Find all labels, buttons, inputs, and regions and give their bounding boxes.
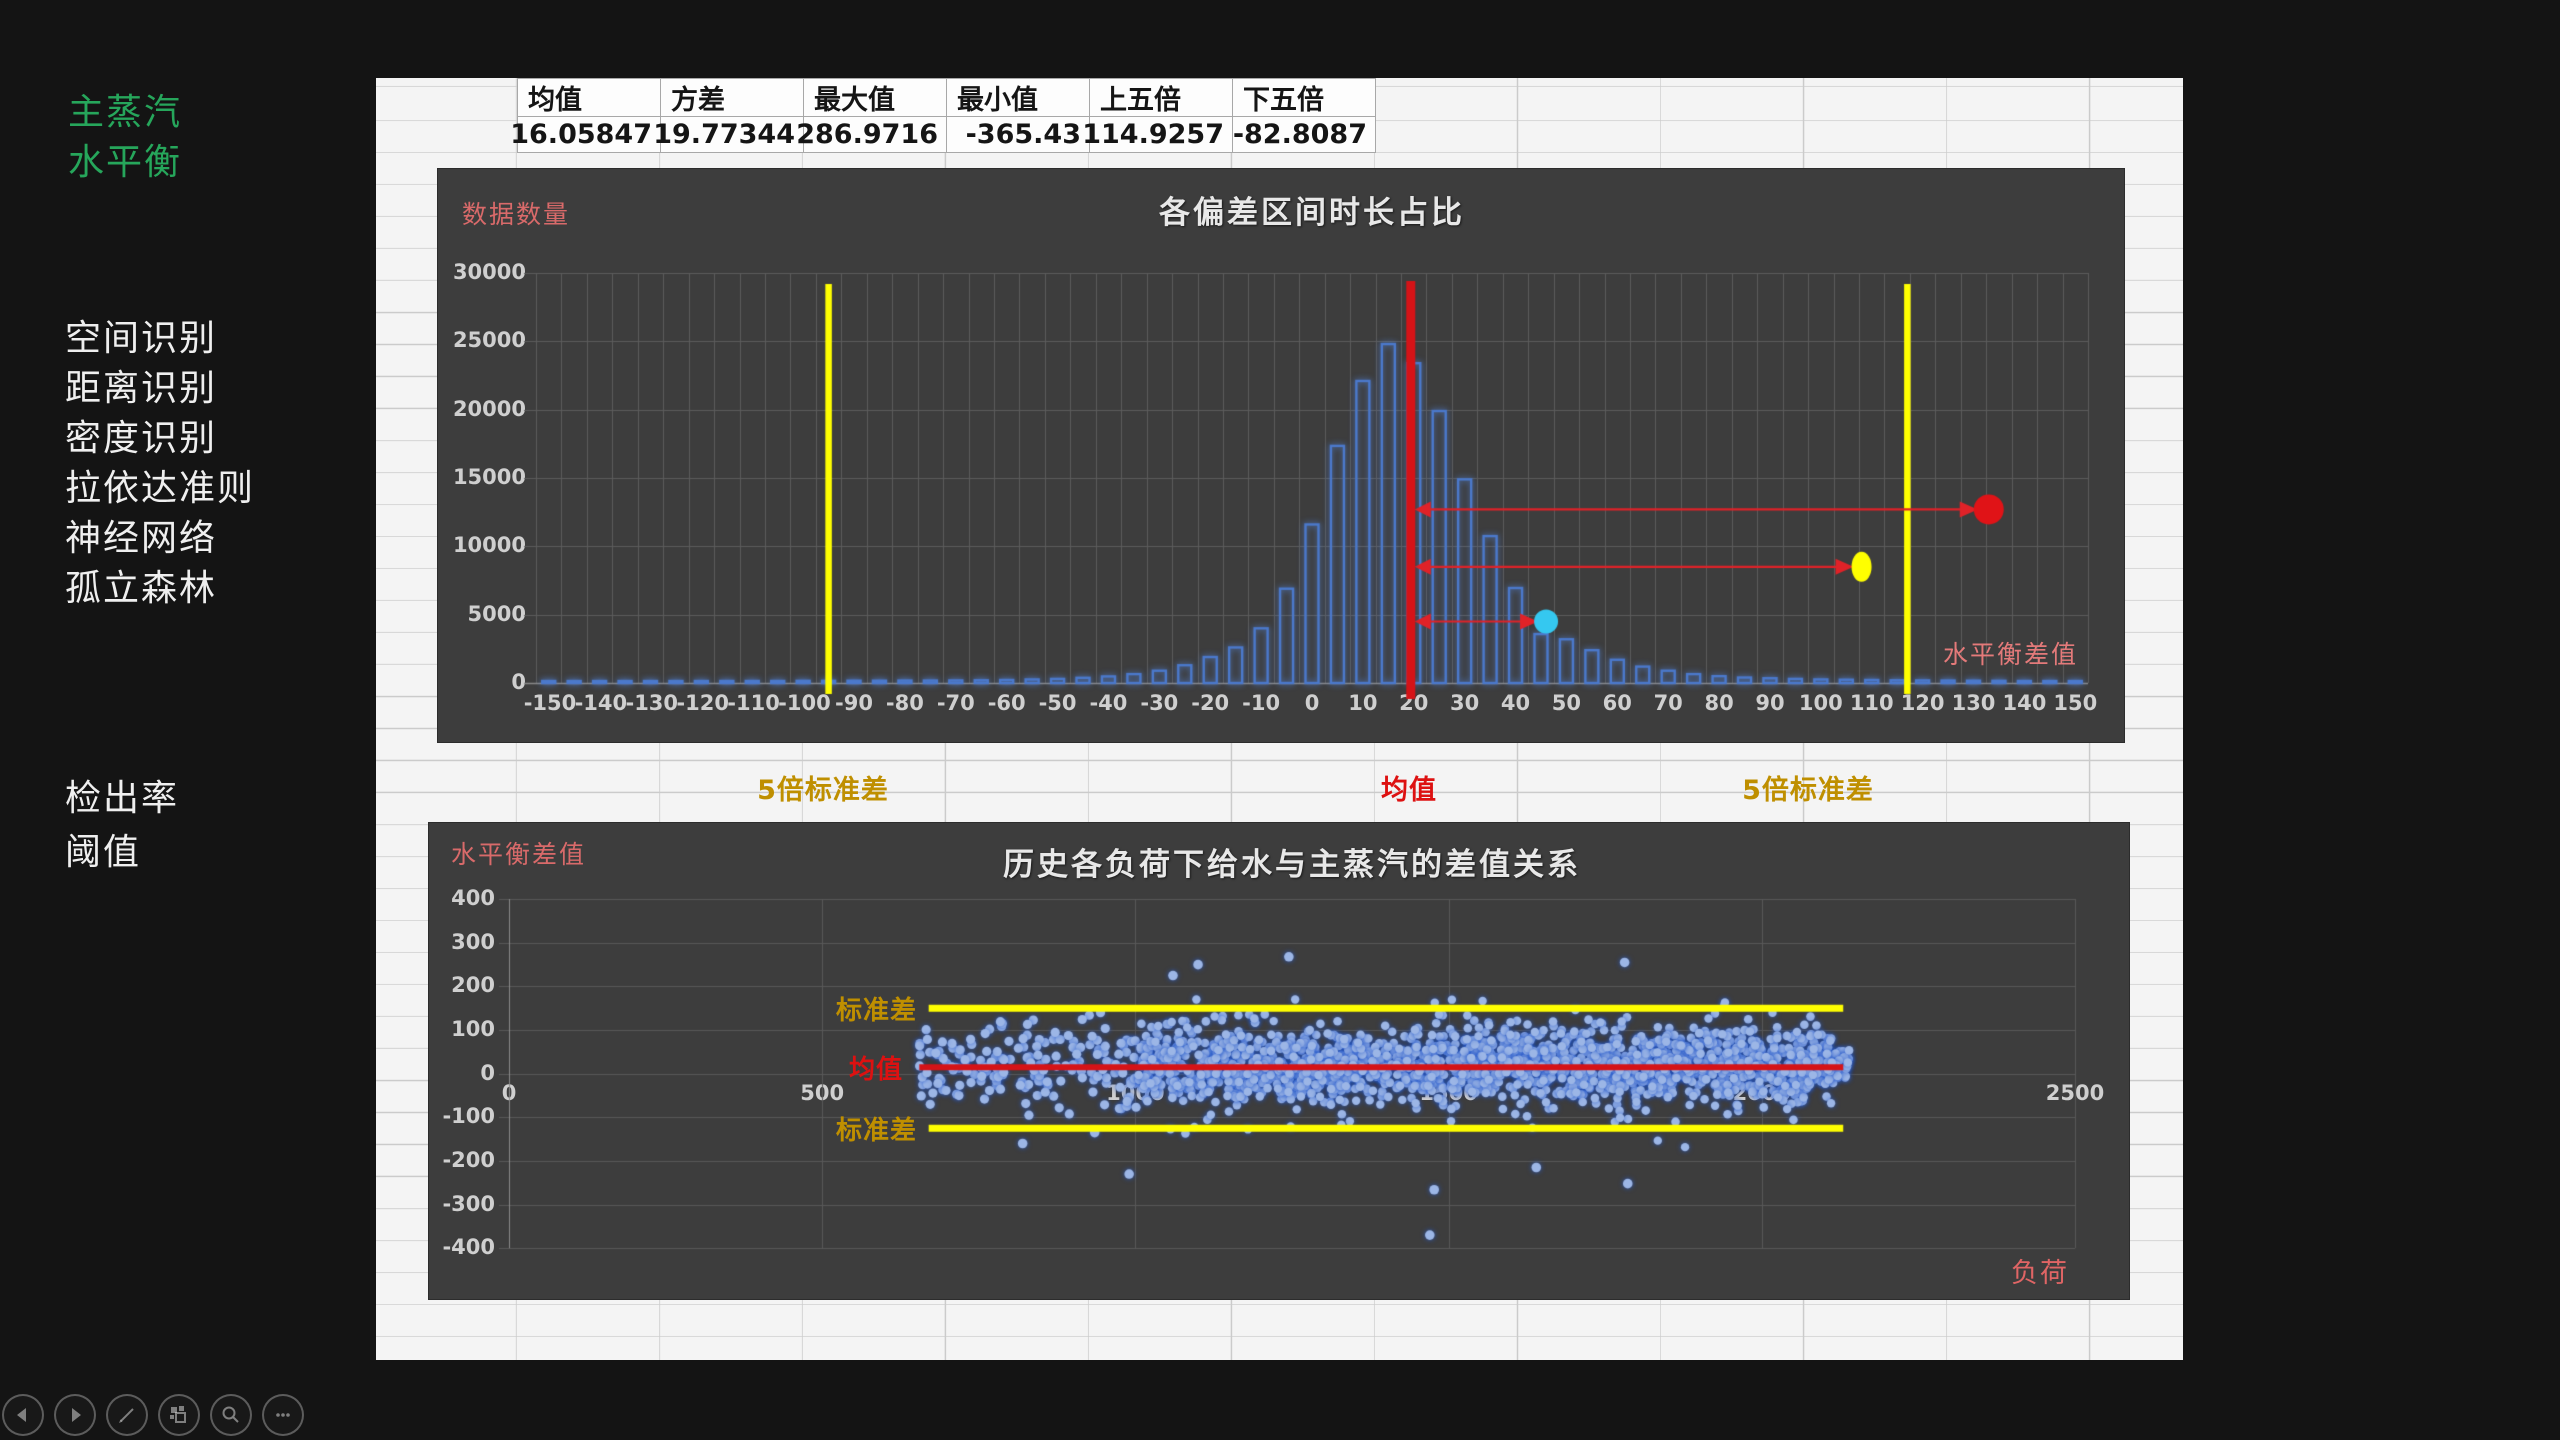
stats-header-cell: 均值 (518, 78, 661, 117)
see-all-slides-button[interactable] (158, 1394, 200, 1436)
method-item: 密度识别 (65, 414, 255, 464)
histogram-canvas (438, 169, 2126, 744)
zoom-button[interactable] (210, 1394, 252, 1436)
metric-item: 阈值 (65, 826, 179, 880)
more-options-button[interactable] (262, 1394, 304, 1436)
presenter-toolbar (2, 1394, 304, 1436)
stats-value-cell: -82.8087 (1233, 117, 1376, 153)
label-5sigma-left: 5倍标准差 (757, 768, 889, 807)
metric-item: 检出率 (65, 772, 179, 826)
slide-project-title: 主蒸汽 水平衡 (68, 88, 182, 188)
stats-value-cell: 19.77344 (661, 117, 804, 153)
stats-header-cell: 最小值 (947, 78, 1090, 117)
methods-list: 空间识别 距离识别 密度识别 拉依达准则 神经网络 孤立森林 (65, 314, 255, 614)
stats-value-cell: -365.43 (947, 117, 1090, 153)
stats-header-cell: 最大值 (804, 78, 947, 117)
arrow-left-icon (10, 1402, 36, 1428)
scatter-chart[interactable]: 05001000150020002500 水平衡差值 历史各负荷下给水与主蒸汽的… (428, 822, 2130, 1300)
stats-value-cell: 16.05847 (518, 117, 661, 153)
stats-value-cell: 286.9716 (804, 117, 947, 153)
stats-header-cell: 方差 (661, 78, 804, 117)
stats-header-cell: 下五倍 (1233, 78, 1376, 117)
stats-header-cell: 上五倍 (1090, 78, 1233, 117)
method-item: 神经网络 (65, 514, 255, 564)
label-mean-line: 均值 (821, 1049, 903, 1086)
previous-slide-button[interactable] (2, 1394, 44, 1436)
label-5sigma-right: 5倍标准差 (1742, 768, 1874, 807)
arrow-right-icon (62, 1402, 88, 1428)
metrics-list: 检出率 阈值 (65, 772, 179, 880)
scatter-title: 历史各负荷下给水与主蒸汽的差值关系 (509, 839, 2075, 884)
label-std-upper: 标准差 (809, 990, 917, 1027)
method-item: 距离识别 (65, 364, 255, 414)
method-item: 孤立森林 (65, 564, 255, 614)
histogram-title: 各偏差区间时长占比 (536, 187, 2088, 232)
histogram-chart[interactable]: 数据数量 各偏差区间时长占比 水平衡差值 0500010000150002000… (437, 168, 2125, 743)
project-title-line: 主蒸汽 (68, 88, 182, 138)
stats-value-cell: 114.9257 (1090, 117, 1233, 153)
method-item: 拉依达准则 (65, 464, 255, 514)
histogram-x-annotation: 水平衡差值 (1943, 635, 2078, 671)
next-slide-button[interactable] (54, 1394, 96, 1436)
pen-icon (114, 1402, 140, 1428)
all-slides-icon (166, 1402, 192, 1428)
stats-table: 均值方差最大值最小值上五倍下五倍 16.0584719.77344286.9716… (517, 78, 1376, 153)
scatter-canvas (429, 823, 2131, 1301)
project-title-line: 水平衡 (68, 138, 182, 188)
magnifier-icon (218, 1402, 244, 1428)
scatter-x-annotation: 负荷 (2011, 1251, 2069, 1290)
ellipsis-icon (270, 1402, 296, 1428)
pen-button[interactable] (106, 1394, 148, 1436)
method-item: 空间识别 (65, 314, 255, 364)
label-std-lower: 标准差 (809, 1110, 917, 1147)
label-mean: 均值 (1381, 768, 1437, 807)
